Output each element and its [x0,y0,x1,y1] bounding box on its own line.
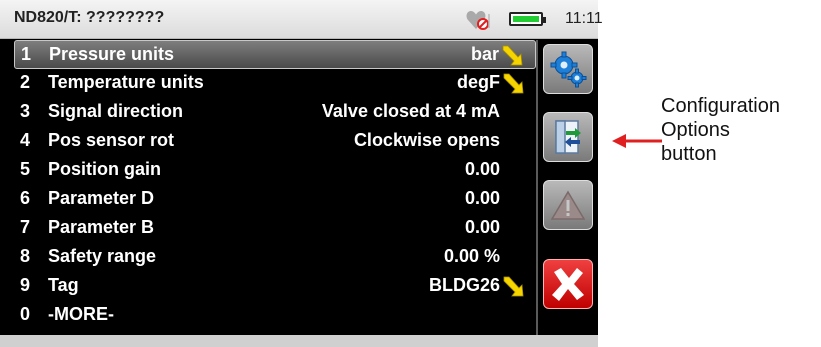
edit-arrow-icon [503,276,524,297]
menu-row[interactable]: 5 Position gain 0.00 [14,156,536,185]
menu-row-number: 6 [20,188,31,208]
menu-row-number: 5 [20,159,31,179]
annotation-label: Configuration Options button [661,95,780,165]
menu-row-value: 0.00 [464,217,500,237]
menu-row-label: -MORE- [48,304,114,324]
menu-row-value: Clockwise opens [353,130,500,150]
close-x-icon [552,268,584,301]
menu-row-label: Tag [48,275,79,295]
menu-row[interactable]: 2 Temperature units degF [14,69,536,98]
menu-row-value: Valve closed at 4 mA [321,101,500,121]
edit-arrow-icon [503,73,524,94]
menu-row-label: Signal direction [48,101,184,121]
menu-row-number: 8 [20,246,31,266]
warning-icon [550,190,586,220]
divider [536,40,538,340]
clock: 11:11 [565,10,603,27]
menu-row-label: Parameter D [48,188,155,208]
edit-arrow-icon [502,45,523,66]
settings-button[interactable] [543,44,593,94]
menu-row-label: Pressure units [49,44,175,64]
menu-row-number: 4 [20,130,31,150]
menu-list: 1 Pressure units bar 2 Temperature units degF… [14,40,536,330]
menu-row[interactable]: 7 Parameter B 0.00 [14,214,536,243]
menu-row-label: Position gain [48,159,162,179]
close-button[interactable] [543,259,593,309]
menu-row[interactable]: 6 Parameter D 0.00 [14,185,536,214]
gears-icon [550,51,587,88]
menu-row-value: 0.00 [464,188,500,208]
device-screen: ND820/T: ???????? 11:11 1 Pressure units b… [0,0,603,347]
configuration-options-button[interactable] [543,112,593,162]
battery-icon [509,12,546,26]
menu-row-number: 9 [20,275,31,295]
menu-row-label: Pos sensor rot [48,130,175,150]
warnings-button[interactable] [543,180,593,230]
menu-row-number: 2 [20,72,31,92]
annotation-arrow [612,134,662,148]
device-title: ND820/T: ???????? [14,9,165,26]
menu-row-value: bar [470,44,499,64]
menu-row-value: 0.00 % [443,246,500,266]
heart-no-signal-icon [466,11,490,30]
menu-row-number: 7 [20,217,31,237]
menu-row-number: 1 [21,44,32,64]
menu-row[interactable]: 4 Pos sensor rot Clockwise opens [14,127,536,156]
menu-row-value: 0.00 [464,159,500,179]
menu-row-value: BLDG26 [428,275,500,295]
menu-row[interactable]: 1 Pressure units bar [14,40,536,69]
menu-row[interactable]: 0 -MORE- [14,301,536,330]
menu-row[interactable]: 9 Tag BLDG26 [14,272,536,301]
configuration-options-icon [555,120,581,154]
bottom-strip [0,335,598,347]
menu-row-label: Parameter B [48,217,155,237]
menu-row-value: degF [457,72,500,92]
menu-row-label: Safety range [48,246,157,266]
status-bar: ND820/T: ???????? 11:11 [0,0,603,39]
menu-row-label: Temperature units [48,72,204,92]
menu-row[interactable]: 3 Signal direction Valve closed at 4 mA [14,98,536,127]
menu-row-number: 3 [20,101,31,121]
menu-row[interactable]: 8 Safety range 0.00 % [14,243,536,272]
menu-row-number: 0 [20,304,31,324]
